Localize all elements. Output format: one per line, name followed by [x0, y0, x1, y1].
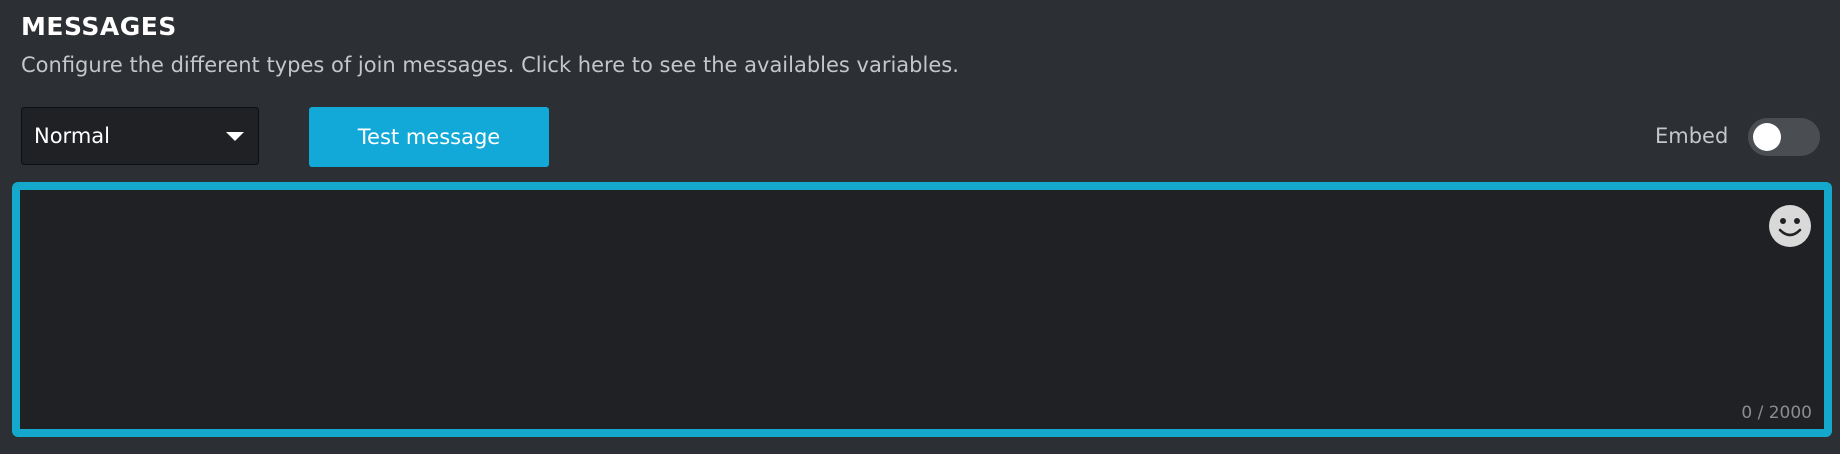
variables-link[interactable]: Click here to see the availables variabl… [521, 53, 959, 77]
test-message-button[interactable]: Test message [309, 107, 549, 167]
message-editor: 0 / 2000 [12, 182, 1832, 437]
chevron-down-icon [226, 131, 244, 141]
section-title: MESSAGES [21, 12, 177, 41]
section-description: Configure the different types of join me… [21, 53, 959, 77]
description-text: Configure the different types of join me… [21, 53, 522, 77]
message-textarea[interactable] [20, 190, 1824, 429]
embed-toggle[interactable] [1748, 118, 1820, 156]
message-type-value: Normal [34, 124, 110, 148]
character-counter: 0 / 2000 [1741, 403, 1812, 423]
smiley-face-icon[interactable] [1768, 204, 1812, 248]
embed-label: Embed [1655, 124, 1729, 148]
message-type-select[interactable]: Normal [21, 107, 259, 165]
toggle-knob [1753, 123, 1781, 151]
